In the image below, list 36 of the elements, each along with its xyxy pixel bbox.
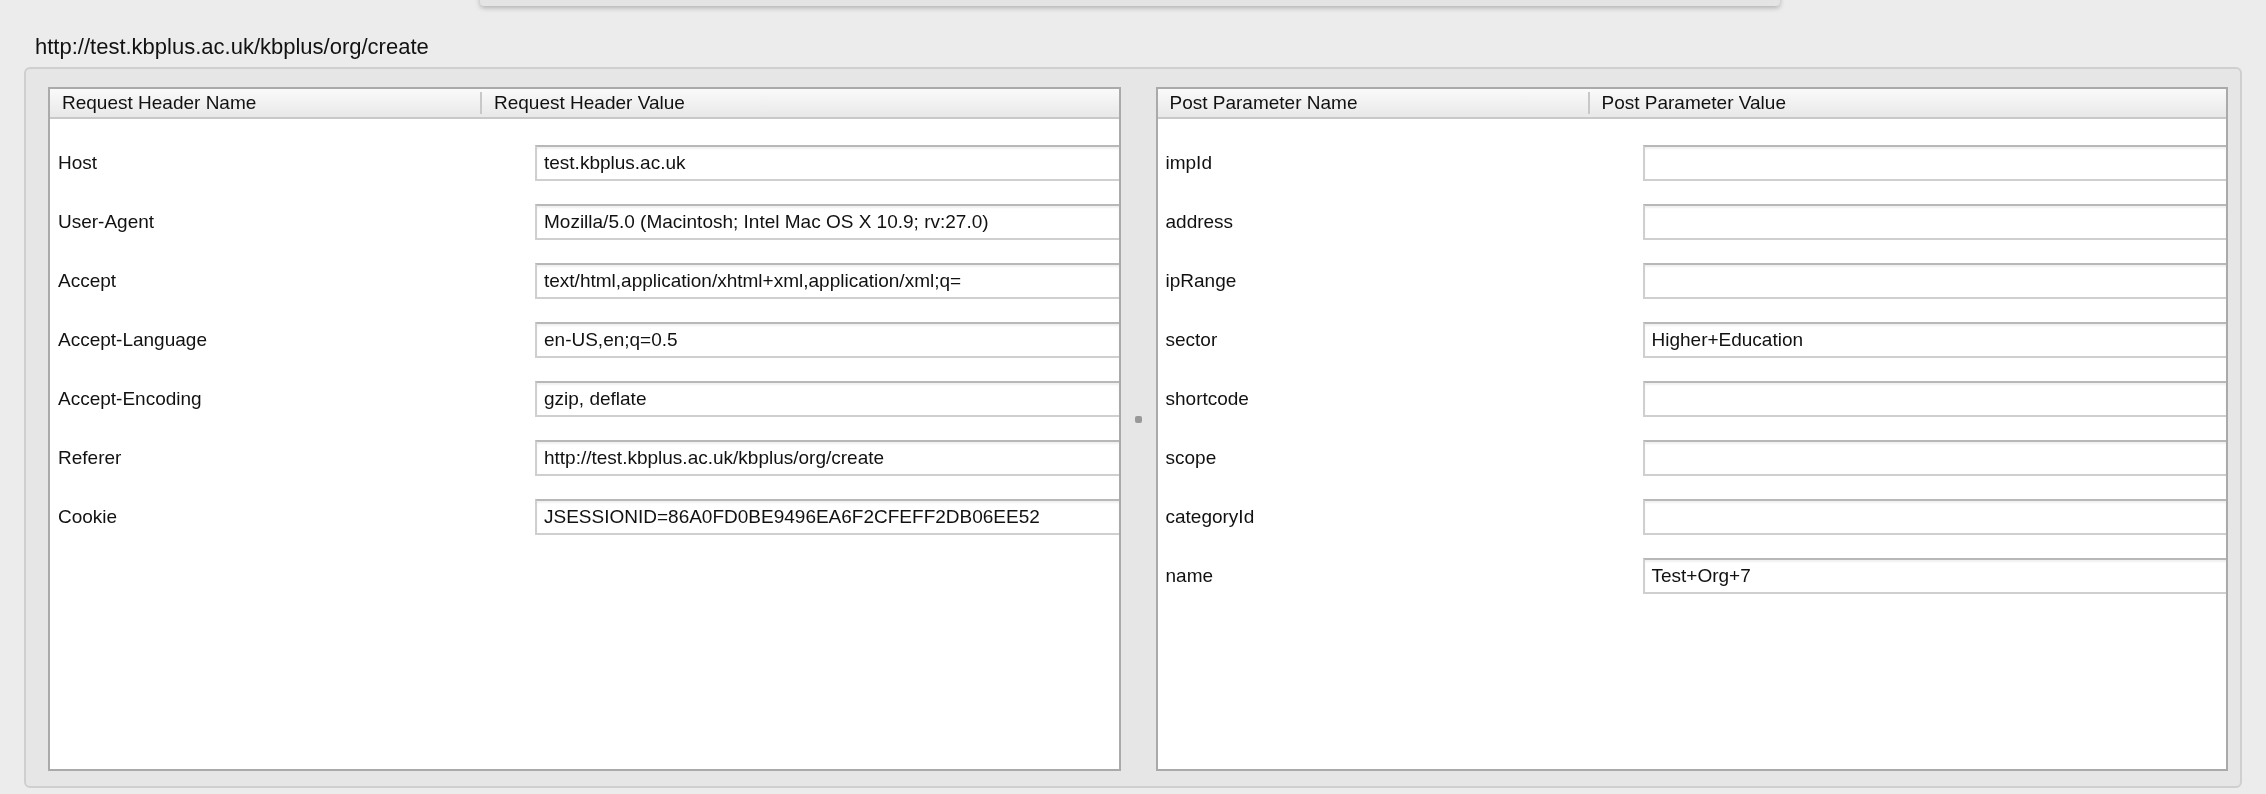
column-header[interactable]: Request Header Name [50, 89, 480, 117]
field-label: categoryId [1164, 505, 1256, 528]
url-title: http://test.kbplus.ac.uk/kbplus/org/create [35, 34, 429, 60]
input-field[interactable] [1642, 439, 2226, 476]
field-label: sector [1164, 328, 1219, 351]
input-field[interactable] [1642, 380, 2226, 417]
input-field[interactable]: Test+Org+7 [1642, 557, 2226, 594]
field-label: Accept-Encoding [57, 387, 203, 410]
input-field[interactable] [1642, 144, 2226, 181]
column-header[interactable]: Post Parameter Value [1587, 92, 2226, 114]
input-field[interactable]: text/html,application/xhtml+xml,application/xml;q= [535, 262, 1119, 299]
column-header[interactable]: Post Parameter Name [1157, 89, 1588, 117]
input-field[interactable]: Higher+Education [1642, 321, 2226, 358]
field-label: name [1164, 564, 1215, 587]
column-header[interactable]: Request Header Value [480, 92, 1119, 114]
splitter-handle[interactable] [1134, 415, 1142, 423]
field-label: ipRange [1164, 269, 1238, 292]
field-label: Host [57, 151, 99, 174]
input-field[interactable]: JSESSIONID=86A0FD0BE9496EA6F2CFEFF2DB06EE52 [535, 498, 1119, 535]
field-label: User-Agent [57, 210, 156, 233]
input-field[interactable]: test.kbplus.ac.uk [535, 144, 1119, 181]
field-label: Accept [57, 269, 118, 292]
input-field[interactable]: gzip, deflate [535, 380, 1119, 417]
input-field[interactable]: http://test.kbplus.ac.uk/kbplus/org/create [535, 439, 1119, 476]
field-label: Cookie [57, 505, 119, 528]
field-label: shortcode [1164, 387, 1250, 410]
field-label: scope [1164, 446, 1218, 469]
field-label: Accept-Language [57, 328, 208, 351]
input-field[interactable] [1642, 203, 2226, 240]
input-field[interactable]: en-US,en;q=0.5 [535, 321, 1119, 358]
field-label: address [1164, 210, 1235, 233]
input-field[interactable] [1642, 262, 2226, 299]
input-field[interactable]: Mozilla/5.0 (Macintosh; Intel Mac OS X 10.9; rv:27.0) [535, 203, 1119, 240]
input-field[interactable] [1642, 498, 2226, 535]
field-label: impId [1164, 151, 1213, 174]
field-label: Referer [57, 446, 123, 469]
